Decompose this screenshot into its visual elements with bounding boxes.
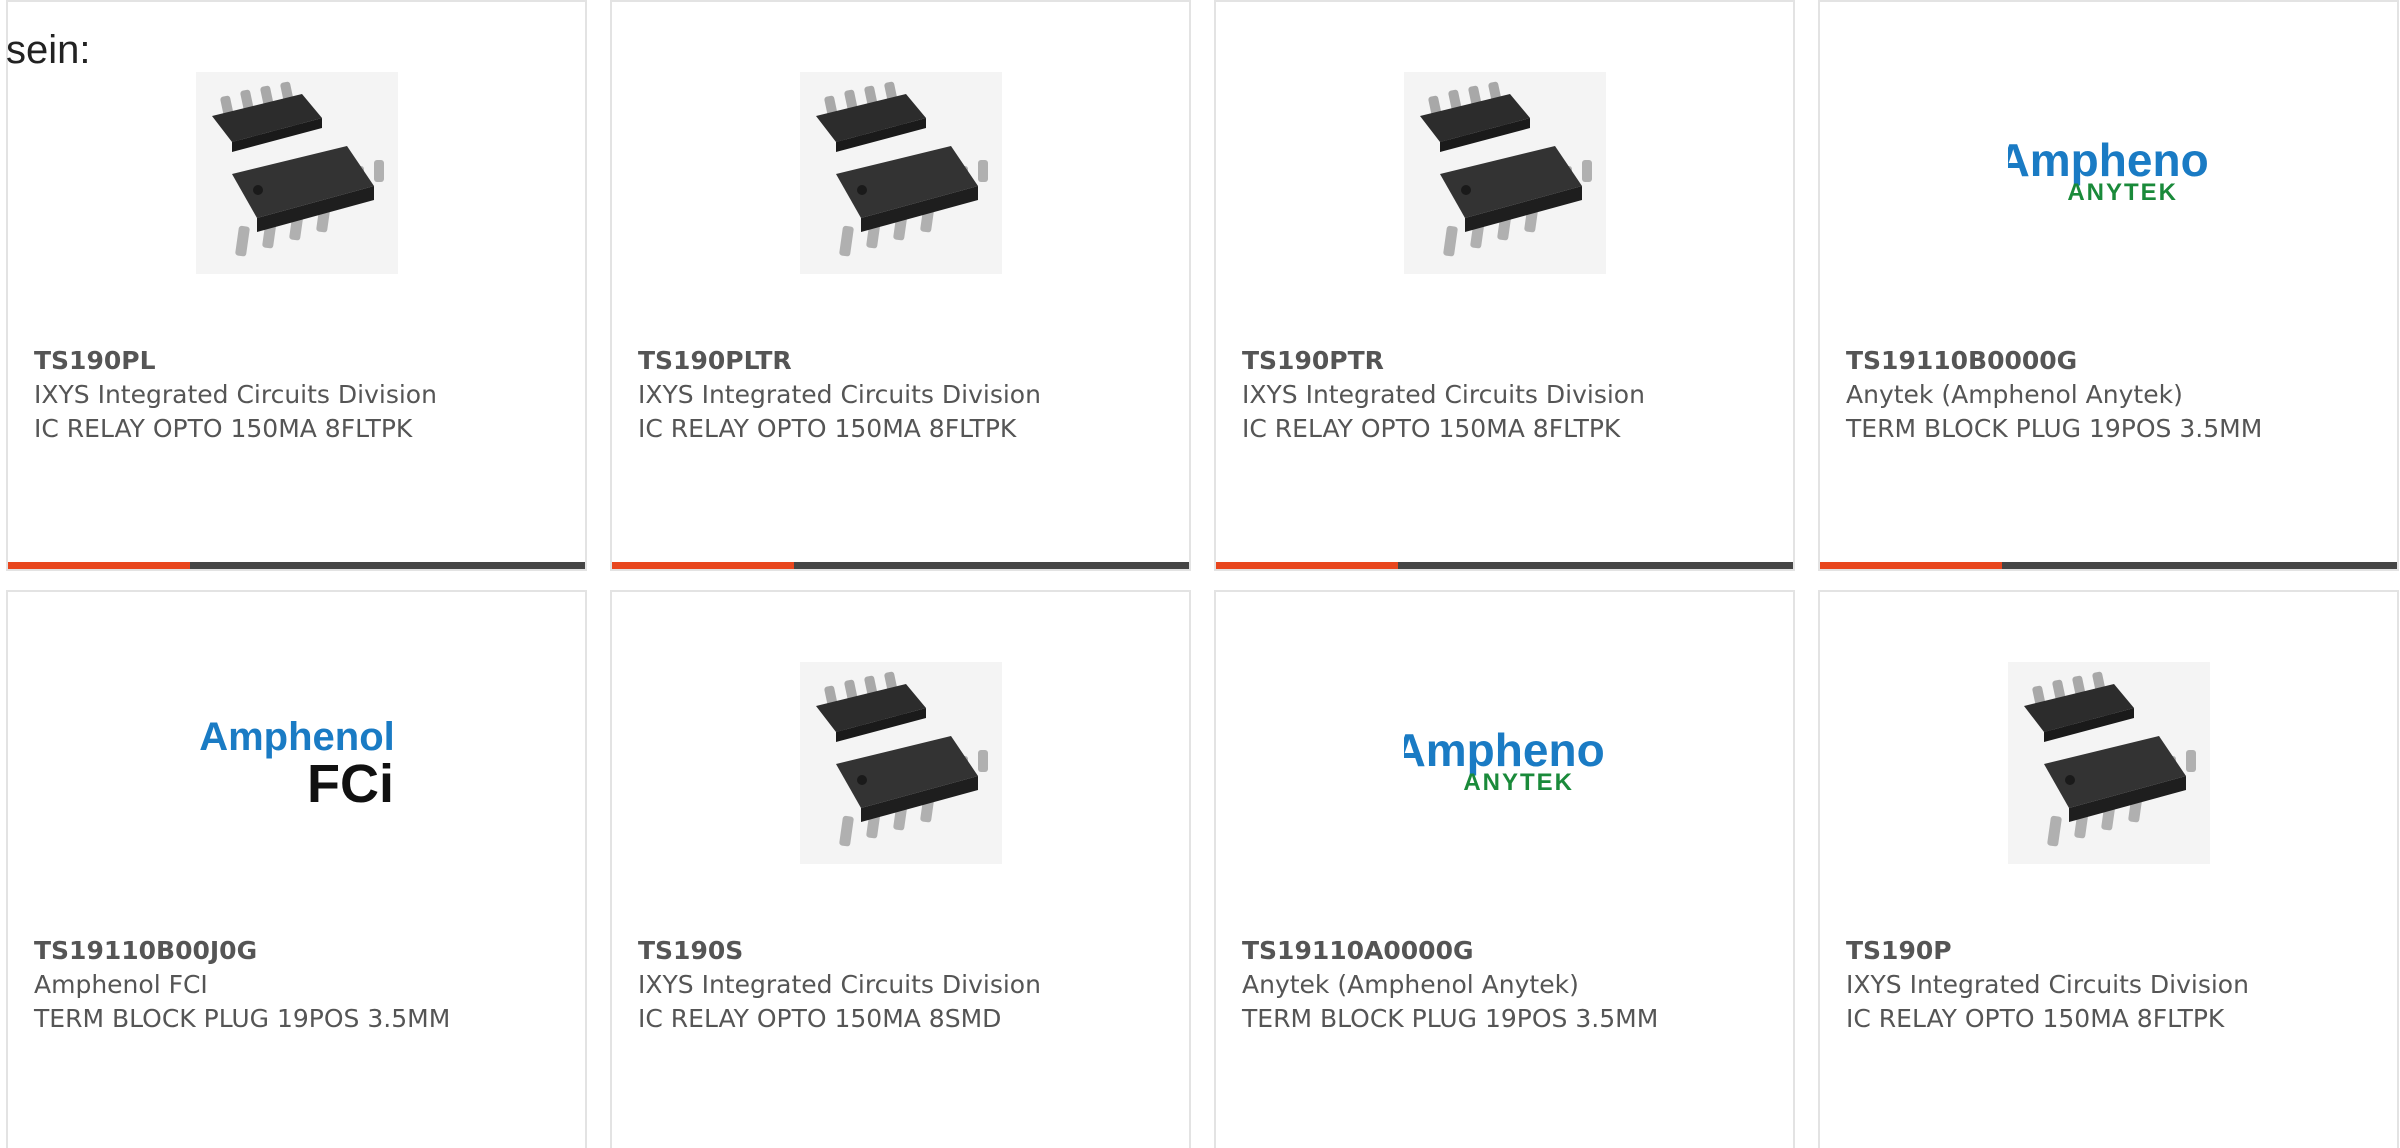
card-accent-bar xyxy=(1216,562,1793,569)
svg-text:FCi: FCi xyxy=(307,754,394,814)
chip-icon xyxy=(195,72,398,274)
product-info: TS190P IXYS Integrated Circuits Division… xyxy=(1846,934,2377,1036)
part-number-link[interactable]: TS190PLTR xyxy=(638,344,1169,378)
manufacturer-name: Anytek (Amphenol Anytek) xyxy=(1846,380,2183,409)
product-description: IC RELAY OPTO 150MA 8SMD xyxy=(638,1004,1002,1033)
product-description: IC RELAY OPTO 150MA 8FLTPK xyxy=(34,414,413,443)
svg-text:Amphenol: Amphenol xyxy=(199,715,395,759)
part-number-link[interactable]: TS19110B00J0G xyxy=(34,934,565,968)
chip-icon xyxy=(1403,72,1606,274)
product-card[interactable]: TS190P IXYS Integrated Circuits Division… xyxy=(1818,590,2399,1148)
product-card[interactable]: TS190PL IXYS Integrated Circuits Divisio… xyxy=(6,0,587,571)
product-card[interactable]: TS190PTR IXYS Integrated Circuits Divisi… xyxy=(1214,0,1795,571)
product-description: IC RELAY OPTO 150MA 8FLTPK xyxy=(1846,1004,2225,1033)
intro-text: sein: xyxy=(6,28,91,72)
product-description: TERM BLOCK PLUG 19POS 3.5MM xyxy=(1846,414,2263,443)
part-number-link[interactable]: TS190P xyxy=(1846,934,2377,968)
product-info: TS190S IXYS Integrated Circuits Division… xyxy=(638,934,1169,1036)
amphenol-fci-logo: Amphenol FCi xyxy=(196,662,398,864)
svg-text:ANYTEK: ANYTEK xyxy=(1463,769,1574,796)
product-grid-page: sein: TS190PL IXYS Integrated Circuits D… xyxy=(0,0,2400,1148)
card-accent-bar xyxy=(612,562,1189,569)
product-card[interactable]: TS190PLTR IXYS Integrated Circuits Divis… xyxy=(610,0,1191,571)
product-card[interactable]: Amphenol FCi TS19110B00J0G Amphenol FCI … xyxy=(6,590,587,1148)
part-number-link[interactable]: TS190PL xyxy=(34,344,565,378)
manufacturer-name: Anytek (Amphenol Anytek) xyxy=(1242,970,1579,999)
product-description: TERM BLOCK PLUG 19POS 3.5MM xyxy=(34,1004,451,1033)
product-info: TS19110B0000G Anytek (Amphenol Anytek) T… xyxy=(1846,344,2377,446)
product-info: TS19110A0000G Anytek (Amphenol Anytek) T… xyxy=(1242,934,1773,1036)
part-number-link[interactable]: TS19110B0000G xyxy=(1846,344,2377,378)
chip-icon xyxy=(799,72,1002,274)
product-description: IC RELAY OPTO 150MA 8FLTPK xyxy=(638,414,1017,443)
manufacturer-name: IXYS Integrated Circuits Division xyxy=(34,380,437,409)
part-number-link[interactable]: TS190S xyxy=(638,934,1169,968)
card-accent-bar xyxy=(8,562,585,569)
card-accent-bar xyxy=(1820,562,2397,569)
manufacturer-name: IXYS Integrated Circuits Division xyxy=(1242,380,1645,409)
chip-icon xyxy=(799,662,1002,864)
manufacturer-name: Amphenol FCI xyxy=(34,970,208,999)
manufacturer-name: IXYS Integrated Circuits Division xyxy=(638,380,1041,409)
svg-text:ANYTEK: ANYTEK xyxy=(2067,179,2178,206)
amphenol-anytek-logo: Amphenol ANYTEK xyxy=(1404,662,1606,864)
part-number-link[interactable]: TS190PTR xyxy=(1242,344,1773,378)
product-card[interactable]: TS190S IXYS Integrated Circuits Division… xyxy=(610,590,1191,1148)
manufacturer-name: IXYS Integrated Circuits Division xyxy=(1846,970,2249,999)
product-card[interactable]: Amphenol ANYTEK TS19110B0000G Anytek (Am… xyxy=(1818,0,2399,571)
manufacturer-name: IXYS Integrated Circuits Division xyxy=(638,970,1041,999)
chip-icon xyxy=(2007,662,2210,864)
amphenol-anytek-logo: Amphenol ANYTEK xyxy=(2008,72,2210,274)
product-info: TS190PLTR IXYS Integrated Circuits Divis… xyxy=(638,344,1169,446)
product-description: TERM BLOCK PLUG 19POS 3.5MM xyxy=(1242,1004,1659,1033)
product-info: TS190PL IXYS Integrated Circuits Divisio… xyxy=(34,344,565,446)
product-info: TS190PTR IXYS Integrated Circuits Divisi… xyxy=(1242,344,1773,446)
part-number-link[interactable]: TS19110A0000G xyxy=(1242,934,1773,968)
product-description: IC RELAY OPTO 150MA 8FLTPK xyxy=(1242,414,1621,443)
product-card[interactable]: Amphenol ANYTEK TS19110A0000G Anytek (Am… xyxy=(1214,590,1795,1148)
product-info: TS19110B00J0G Amphenol FCI TERM BLOCK PL… xyxy=(34,934,565,1036)
